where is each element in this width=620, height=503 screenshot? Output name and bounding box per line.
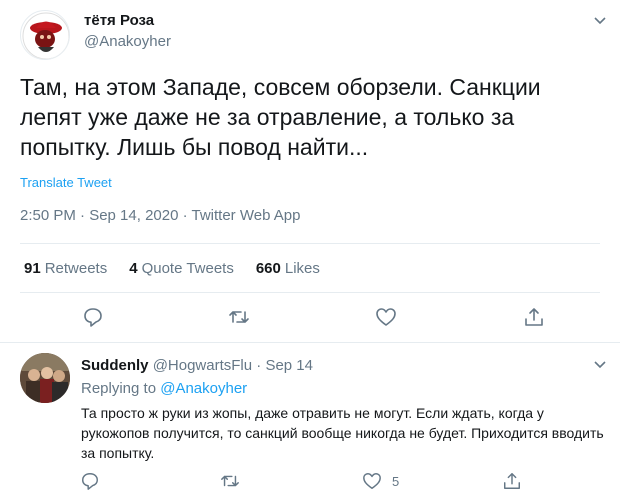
quote-tweets-stat[interactable]: 4 Quote Tweets (129, 260, 234, 277)
share-icon[interactable] (523, 306, 545, 328)
reply-author-avatar[interactable] (20, 353, 70, 403)
reply-like-count: 5 (392, 474, 400, 489)
replying-to: Replying to @Anakoyher (81, 380, 247, 397)
like-icon[interactable] (362, 471, 382, 491)
author-handle[interactable]: @Anakoyher (84, 33, 171, 50)
likes-stat[interactable]: 660 Likes (256, 260, 320, 277)
translate-tweet-link[interactable]: Translate Tweet (20, 175, 112, 190)
replying-to-label: Replying to (81, 380, 157, 397)
divider (20, 292, 600, 293)
tweet-meta: 2:50 PM · Sep 14, 2020 · Twitter Web App (20, 207, 301, 224)
author-avatar[interactable] (20, 10, 70, 60)
author-name[interactable]: тётя Роза (84, 12, 154, 29)
retweets-label: Retweets (44, 260, 108, 277)
avatar-image (20, 353, 70, 403)
reply-icon[interactable] (80, 471, 100, 491)
chevron-down-icon[interactable] (592, 12, 608, 28)
likes-count: 660 (255, 260, 281, 277)
main-tweet: тётя Роза @Anakoyher Там, на этом Западе… (0, 0, 620, 342)
retweets-count: 91 (24, 260, 41, 277)
reply-text: Та просто ж руки из жопы, даже отравить … (81, 405, 604, 461)
reply-author-name[interactable]: Suddenly (81, 357, 149, 374)
retweets-stat[interactable]: 91 Retweets (24, 260, 107, 277)
divider (20, 243, 600, 244)
avatar-image (22, 12, 69, 59)
likes-label: Likes (284, 260, 320, 277)
replying-to-handle-link[interactable]: @Anakoyher (160, 380, 247, 397)
tweet-text: Там, на этом Западе, совсем оборзели. Са… (20, 74, 541, 160)
retweet-icon[interactable] (228, 306, 250, 328)
reply-date[interactable]: · Sep 14 (256, 357, 313, 374)
quote-tweets-count: 4 (129, 260, 138, 277)
share-icon[interactable] (502, 471, 522, 491)
like-icon[interactable] (375, 306, 397, 328)
reply-header: Suddenly @HogwartsFlu · Sep 14 (81, 357, 313, 374)
chevron-down-icon[interactable] (592, 356, 608, 372)
retweet-icon[interactable] (220, 471, 240, 491)
reply-actions: 5 (0, 471, 620, 495)
reply-icon[interactable] (82, 306, 104, 328)
reply-tweet[interactable]: Suddenly @HogwartsFlu · Sep 14 Replying … (0, 343, 620, 503)
reply-author-handle[interactable]: @HogwartsFlu (153, 357, 252, 374)
tweet-stats: 91 Retweets 4 Quote Tweets 660 Likes (24, 260, 342, 277)
tweet-actions (0, 306, 620, 332)
quote-tweets-label: Quote Tweets (141, 260, 234, 277)
